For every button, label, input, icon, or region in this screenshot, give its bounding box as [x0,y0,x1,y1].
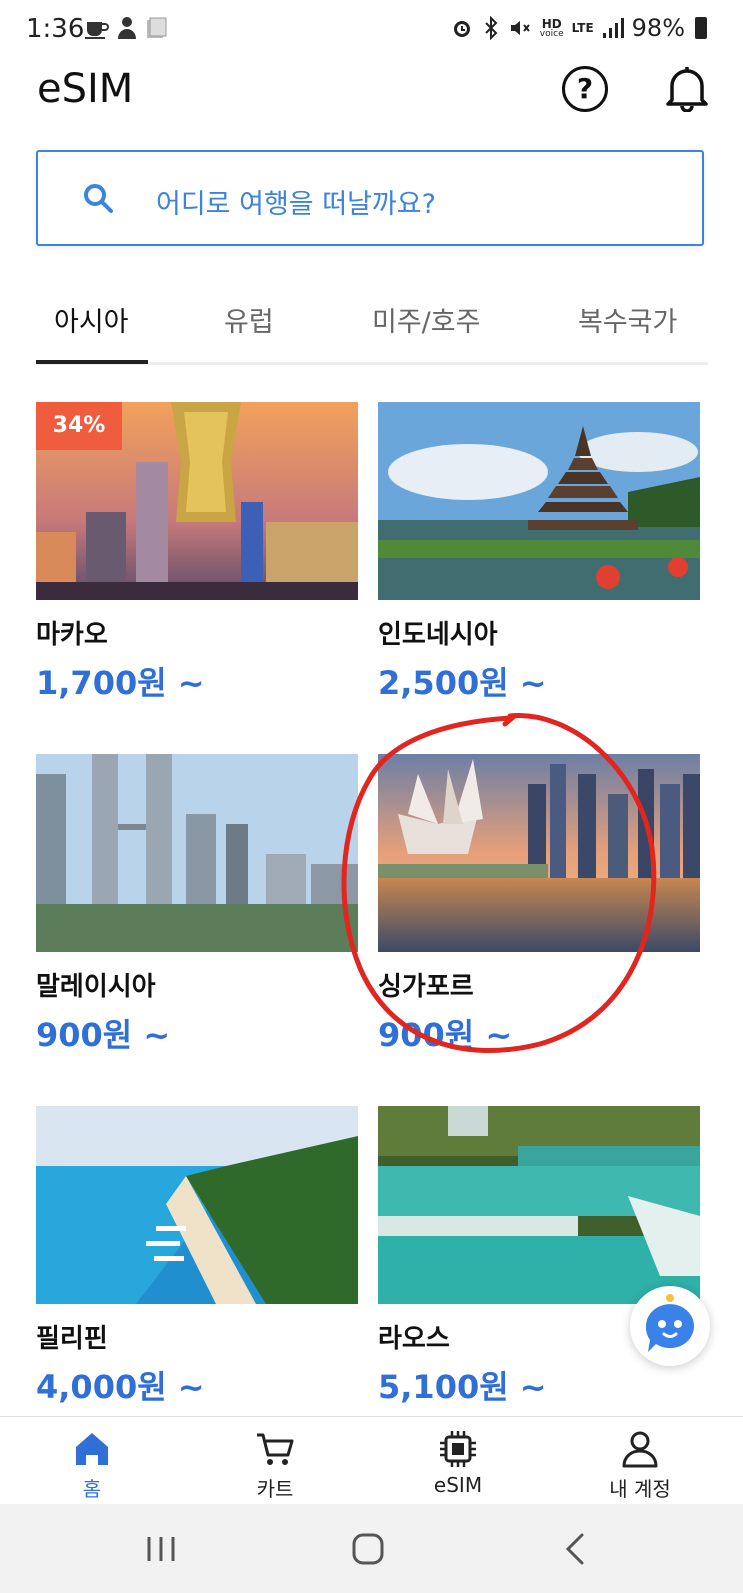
account-icon [622,1431,658,1468]
search-placeholder: 어디로 여행을 떠날까요? [156,189,436,220]
signal-icon [602,18,624,38]
battery-icon [695,17,707,39]
app-header: eSIM ? [0,62,743,162]
bell-icon[interactable] [664,64,710,112]
nav-cart-label: 카트 [256,1477,294,1501]
product-name: 마카오 [36,620,108,650]
singapore-image [378,754,700,952]
laos-image [378,1106,700,1304]
bottom-nav: 홈 카트 eSIM 내 계정 [0,1416,743,1505]
lte-label: LTE [571,21,594,35]
product-price: 900원 ~ [36,1016,171,1054]
home-circle-icon[interactable] [343,1524,393,1574]
back-icon[interactable] [552,1524,602,1574]
help-button[interactable]: ? [562,66,608,112]
tab-active-indicator [36,360,148,364]
product-price: 4,000원 ~ [36,1368,205,1406]
battery-percent: 98% [631,14,685,42]
person-icon [118,17,136,39]
macau-image: 34% [36,402,358,600]
product-name: 말레이시아 [36,972,156,1002]
nav-account[interactable]: 내 계정 [580,1417,700,1505]
product-name: 싱가포르 [378,972,474,1002]
status-time: 1:36 [26,14,85,44]
product-price: 1,700원 ~ [36,664,205,702]
recent-apps-icon[interactable] [136,1524,186,1574]
mute-icon [510,21,530,35]
product-price: 5,100원 ~ [378,1368,547,1406]
nav-home[interactable]: 홈 [32,1417,152,1505]
product-card-philippines[interactable]: 필리핀 4,000원 ~ [36,1106,358,1406]
cart-icon [257,1433,294,1465]
note-icon [147,17,167,38]
discount-badge: 34% [36,402,122,450]
search-icon [84,184,113,213]
region-tabs: 아시아 유럽 미주/호주 복수국가 [36,290,708,368]
system-nav-bar [0,1504,743,1593]
status-bar: 1:36 HD voice LTE 98% [0,0,743,62]
product-name: 필리핀 [36,1324,108,1354]
product-card-singapore[interactable]: 싱가포르 900원 ~ [378,754,700,1054]
nav-esim-label: eSIM [433,1473,483,1497]
indonesia-image [378,402,700,600]
tab-europe[interactable]: 유럽 [224,300,274,339]
home-icon [76,1433,108,1465]
product-card-indonesia[interactable]: 인도네시아 2,500원 ~ [378,402,700,702]
question-circle-icon: ? [576,72,594,105]
philippines-image [36,1106,358,1304]
nav-cart[interactable]: 카트 [215,1417,335,1505]
tab-americas-oceania[interactable]: 미주/호주 [372,300,480,339]
bluetooth-icon [485,16,498,40]
nav-account-label: 내 계정 [609,1477,671,1501]
nav-home-label: 홈 [82,1477,102,1501]
tab-multi-country[interactable]: 복수국가 [578,300,677,339]
alarm-icon [453,21,470,37]
search-bar[interactable]: 어디로 여행을 떠날까요? [36,150,704,246]
product-price: 900원 ~ [378,1016,513,1054]
coffee-icon [85,22,109,39]
product-name: 라오스 [378,1324,450,1354]
product-card-macau[interactable]: 34% 마카오 1,700원 ~ [36,402,358,702]
app-title: eSIM [37,66,134,112]
product-price: 2,500원 ~ [378,664,547,702]
chat-bot-icon [645,1294,694,1352]
product-card-malaysia[interactable]: 말레이시아 900원 ~ [36,754,358,1054]
hd-label: HD [541,16,562,31]
nav-esim[interactable]: eSIM [398,1417,518,1505]
chat-bot-button[interactable] [630,1286,710,1366]
voice-label: voice [539,28,564,39]
product-name: 인도네시아 [378,620,498,650]
malaysia-image [36,754,358,952]
product-card-laos[interactable]: 라오스 5,100원 ~ [378,1106,700,1406]
chip-icon [440,1431,476,1467]
tab-asia[interactable]: 아시아 [54,300,129,339]
